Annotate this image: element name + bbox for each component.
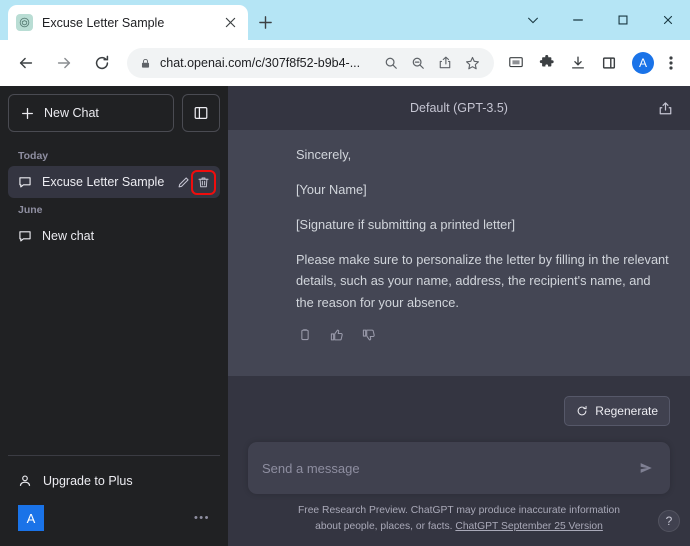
chat-header: Default (GPT-3.5) <box>228 86 690 130</box>
message-input[interactable]: Send a message <box>262 461 636 476</box>
sidebar-top-row: New Chat <box>8 94 220 132</box>
message-paragraph: Please make sure to personalize the lett… <box>296 252 669 310</box>
side-panel-icon[interactable] <box>595 50 622 77</box>
chat-bubble-icon <box>18 175 32 189</box>
maximize-button[interactable] <box>600 3 645 37</box>
tab-title: Excuse Letter Sample <box>42 15 165 30</box>
site-lock-icon <box>137 58 153 69</box>
delete-trash-icon[interactable] <box>191 169 216 195</box>
bookmark-star-icon[interactable] <box>460 51 484 75</box>
help-button[interactable]: ? <box>658 510 680 532</box>
plus-icon <box>21 107 34 120</box>
account-menu-button[interactable]: ••• <box>194 512 210 524</box>
browser-window: Excuse Letter Sample chat.openai.com/c/3… <box>0 0 690 546</box>
address-bar[interactable]: chat.openai.com/c/307f8f52-b9b4-... <box>127 48 494 78</box>
forward-button[interactable] <box>49 48 79 78</box>
regenerate-row: Regenerate <box>248 376 670 426</box>
account-avatar: A <box>18 505 44 531</box>
reload-button[interactable] <box>87 48 117 78</box>
url-text: chat.openai.com/c/307f8f52-b9b4-... <box>160 56 361 70</box>
assistant-message: Sincerely, [Your Name] [Signature if sub… <box>228 130 690 376</box>
edit-pencil-icon[interactable] <box>175 174 192 191</box>
browser-title-bar: Excuse Letter Sample <box>0 0 690 40</box>
minimize-button[interactable] <box>555 3 600 37</box>
refresh-icon <box>576 405 588 417</box>
conversation-item-excuse-letter-sample[interactable]: Excuse Letter Sample <box>8 166 220 198</box>
send-arrow-icon[interactable] <box>636 460 656 476</box>
browser-tab[interactable]: Excuse Letter Sample <box>8 5 248 40</box>
extensions-puzzle-icon[interactable] <box>533 50 560 77</box>
composer-area: Regenerate Send a message Free Research … <box>228 376 690 546</box>
conversation-actions <box>175 169 216 195</box>
person-icon <box>18 474 32 488</box>
conversation-list: Today Excuse Letter Sample June New chat <box>8 144 220 455</box>
search-icon[interactable] <box>379 51 403 75</box>
share-upload-icon[interactable] <box>652 95 678 121</box>
version-link[interactable]: ChatGPT September 25 Version <box>455 521 602 532</box>
copy-icon[interactable] <box>296 327 313 344</box>
share-icon[interactable] <box>433 51 457 75</box>
window-controls <box>510 0 690 40</box>
zoom-out-icon[interactable] <box>406 51 430 75</box>
disclaimer-line-1: Free Research Preview. ChatGPT may produ… <box>297 505 621 516</box>
page-content: New Chat Today Excuse Letter Sample June… <box>0 86 690 546</box>
message-paragraph: Sincerely, <box>296 147 352 162</box>
tab-search-button[interactable] <box>510 3 555 37</box>
downloads-icon[interactable] <box>564 50 591 77</box>
thumbs-down-icon[interactable] <box>360 327 377 344</box>
chat-sidebar: New Chat Today Excuse Letter Sample June… <box>0 86 228 546</box>
message-action-bar <box>296 327 670 344</box>
disclaimer-footer: Free Research Preview. ChatGPT may produ… <box>248 494 670 535</box>
thumbs-up-icon[interactable] <box>328 327 345 344</box>
upgrade-label: Upgrade to Plus <box>43 474 133 488</box>
upgrade-to-plus-button[interactable]: Upgrade to Plus <box>8 464 220 498</box>
disclaimer-line-2: about people, places, or facts. <box>315 520 453 532</box>
close-window-button[interactable] <box>645 3 690 37</box>
new-tab-button[interactable] <box>252 9 278 35</box>
new-chat-button[interactable]: New Chat <box>8 94 174 132</box>
browser-toolbar: chat.openai.com/c/307f8f52-b9b4-... A <box>0 40 690 86</box>
openai-favicon <box>16 14 33 31</box>
message-input-wrapper[interactable]: Send a message <box>248 442 670 494</box>
screencast-icon[interactable] <box>502 50 529 77</box>
close-tab-icon[interactable] <box>221 13 240 32</box>
new-chat-label: New Chat <box>44 106 99 120</box>
sidebar-toggle-icon[interactable] <box>182 94 220 132</box>
profile-avatar[interactable]: A <box>632 52 654 74</box>
conversation-item-new-chat[interactable]: New chat <box>8 220 220 252</box>
model-selector-label[interactable]: Default (GPT-3.5) <box>410 101 508 115</box>
sidebar-footer: Upgrade to Plus A ••• <box>8 455 220 538</box>
account-row[interactable]: A ••• <box>8 498 220 538</box>
chat-bubble-icon <box>18 229 32 243</box>
conversation-title: Excuse Letter Sample <box>42 175 165 189</box>
back-button[interactable] <box>11 48 41 78</box>
regenerate-label: Regenerate <box>595 404 658 418</box>
conversation-title: New chat <box>42 229 95 243</box>
browser-menu-button[interactable] <box>660 55 682 71</box>
message-paragraph: [Your Name] <box>296 182 367 198</box>
group-label-today: Today <box>18 150 49 162</box>
message-paragraph: [Signature if submitting a printed lette… <box>296 217 516 233</box>
group-label-june: June <box>18 204 43 216</box>
chat-main: Default (GPT-3.5) Sincerely, [Your Name]… <box>228 86 690 546</box>
regenerate-button[interactable]: Regenerate <box>564 396 670 426</box>
